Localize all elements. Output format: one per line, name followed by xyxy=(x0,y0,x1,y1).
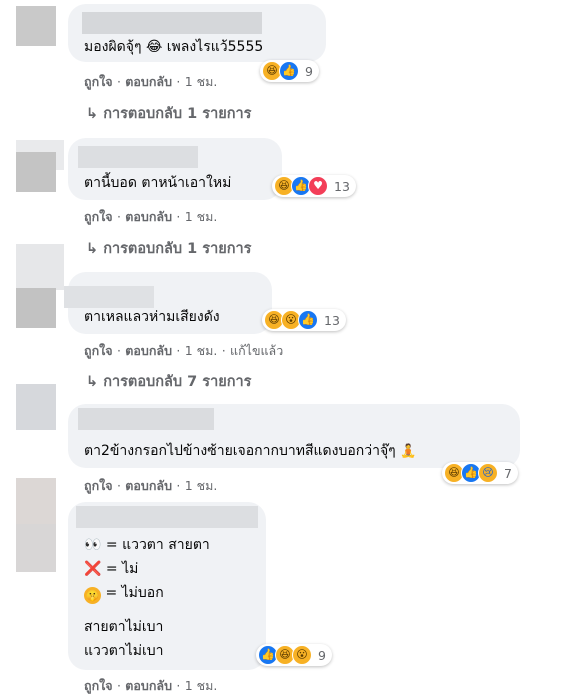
separator: · xyxy=(116,478,121,493)
timestamp[interactable]: 1 ชม. xyxy=(185,209,218,224)
commenter-name-redacted[interactable] xyxy=(78,408,214,430)
comment-bubble: ตาเหลแลวห่ามเสียงดัง xyxy=(64,272,272,334)
timestamp[interactable]: 1 ชม. xyxy=(185,74,218,89)
replies-label: การตอบกลับ 7 รายการ xyxy=(103,374,252,390)
reply-link[interactable]: ตอบกลับ xyxy=(125,74,172,89)
like-link[interactable]: ถูกใจ xyxy=(84,343,113,358)
comment-text: ตา2ข้างกรอกไปข้างซ้ายเจอกากบาทสีแดงบอกว่… xyxy=(84,440,416,463)
commenter-name-redacted[interactable] xyxy=(76,506,258,528)
sad-reaction-icon: 😢 xyxy=(478,463,498,483)
reaction-summary[interactable]: 👍 😆 😮 9 xyxy=(256,644,332,666)
reaction-count: 7 xyxy=(504,465,512,481)
edited-label: แก้ไขแล้ว xyxy=(230,343,284,358)
like-reaction-icon: 👍 xyxy=(279,61,299,81)
reply-arrow-icon: ↳ xyxy=(86,374,99,390)
comment-bubble: มองผิดจุ้ๆ 😂 เพลงไรแว้5555 xyxy=(68,4,326,62)
separator: · xyxy=(176,678,181,693)
comment-actions: ถูกใจ · ตอบกลับ · 1 ชม. xyxy=(84,72,217,92)
avatar[interactable] xyxy=(16,244,64,290)
wow-reaction-icon: 😮 xyxy=(292,645,312,665)
comment-text: ตาเหลแลวห่ามเสียงดัง xyxy=(84,309,220,325)
reaction-summary[interactable]: 😆 👍 9 xyxy=(260,60,319,82)
avatar[interactable] xyxy=(16,524,56,572)
replies-label: การตอบกลับ 1 รายการ xyxy=(103,241,252,257)
commenter-name-redacted[interactable] xyxy=(78,146,198,168)
reply-link[interactable]: ตอบกลับ xyxy=(125,209,172,224)
avatar[interactable] xyxy=(16,288,56,328)
reply-arrow-icon: ↳ xyxy=(86,106,99,122)
like-link[interactable]: ถูกใจ xyxy=(84,478,113,493)
like-reaction-icon: 👍 xyxy=(298,310,318,330)
reaction-count: 13 xyxy=(334,178,350,194)
reaction-count: 13 xyxy=(324,312,340,328)
separator: · xyxy=(176,209,181,224)
separator: · xyxy=(116,209,121,224)
avatar[interactable] xyxy=(16,6,56,46)
comment-line: 🤫 = ไม่บอก xyxy=(84,582,164,604)
comment-actions: ถูกใจ · ตอบกลับ · 1 ชม. xyxy=(84,676,217,696)
timestamp[interactable]: 1 ชม. xyxy=(185,343,218,358)
commenter-name-redacted[interactable] xyxy=(64,286,154,308)
comment-bubble: 👀 = แววตา สายตา ❌ = ไม่ 🤫 = ไม่บอก สายตา… xyxy=(68,502,266,670)
separator: · xyxy=(176,343,181,358)
reaction-summary[interactable]: 😆 👍 😢 7 xyxy=(442,462,518,484)
like-link[interactable]: ถูกใจ xyxy=(84,678,113,693)
love-reaction-icon: ♥ xyxy=(308,176,328,196)
reply-link[interactable]: ตอบกลับ xyxy=(125,678,172,693)
commenter-name-redacted[interactable] xyxy=(82,12,262,34)
separator: · xyxy=(116,343,121,358)
separator: · xyxy=(176,478,181,493)
like-link[interactable]: ถูกใจ xyxy=(84,74,113,89)
comment-text: ตานี้บอด ตาหน้าเอาใหม่ xyxy=(84,175,232,191)
meditating-person-emoji: 🧘 xyxy=(400,444,417,459)
reply-link[interactable]: ตอบกลับ xyxy=(125,343,172,358)
like-link[interactable]: ถูกใจ xyxy=(84,209,113,224)
reaction-count: 9 xyxy=(318,647,326,663)
comment-actions: ถูกใจ · ตอบกลับ · 1 ชม. xyxy=(84,207,217,227)
timestamp[interactable]: 1 ชม. xyxy=(185,678,218,693)
reply-arrow-icon: ↳ xyxy=(86,241,99,257)
comment-line: สายตาไม่เบา xyxy=(84,619,164,635)
comment-line: ❌ = ไม่ xyxy=(84,561,139,577)
comment-line-text: = ไม่บอก xyxy=(105,585,164,601)
comment-text: มองผิดจุ้ๆ 😂 เพลงไรแว้5555 xyxy=(84,39,264,55)
reaction-summary[interactable]: 😆 😮 👍 13 xyxy=(262,309,346,331)
avatar[interactable] xyxy=(16,384,56,430)
separator: · xyxy=(221,343,226,358)
separator: · xyxy=(176,74,181,89)
shushing-face-emoji: 🤫 xyxy=(84,587,101,604)
separator: · xyxy=(116,678,121,693)
avatar[interactable] xyxy=(16,478,56,524)
view-replies-link[interactable]: ↳ การตอบกลับ 1 รายการ xyxy=(86,237,251,260)
comment-actions: ถูกใจ · ตอบกลับ · 1 ชม. · แก้ไขแล้ว xyxy=(84,341,283,361)
replies-label: การตอบกลับ 1 รายการ xyxy=(103,106,252,122)
comment-bubble: ตา2ข้างกรอกไปข้างซ้ายเจอกากบาทสีแดงบอกว่… xyxy=(68,404,520,468)
view-replies-link[interactable]: ↳ การตอบกลับ 1 รายการ xyxy=(86,102,251,125)
reaction-count: 9 xyxy=(305,63,313,79)
comment-bubble: ตานี้บอด ตาหน้าเอาใหม่ xyxy=(68,138,282,200)
comment-text-content: ตา2ข้างกรอกไปข้างซ้ายเจอกากบาทสีแดงบอกว่… xyxy=(84,443,396,459)
comment-line: 👀 = แววตา สายตา xyxy=(84,537,210,553)
avatar[interactable] xyxy=(16,152,56,192)
view-replies-link[interactable]: ↳ การตอบกลับ 7 รายการ xyxy=(86,370,251,393)
timestamp[interactable]: 1 ชม. xyxy=(185,478,218,493)
separator: · xyxy=(116,74,121,89)
comment-actions: ถูกใจ · ตอบกลับ · 1 ชม. xyxy=(84,476,217,496)
reply-link[interactable]: ตอบกลับ xyxy=(125,478,172,493)
comment-line: แววตาไม่เบา xyxy=(84,643,164,659)
reaction-summary[interactable]: 😆 👍 ♥ 13 xyxy=(272,175,356,197)
